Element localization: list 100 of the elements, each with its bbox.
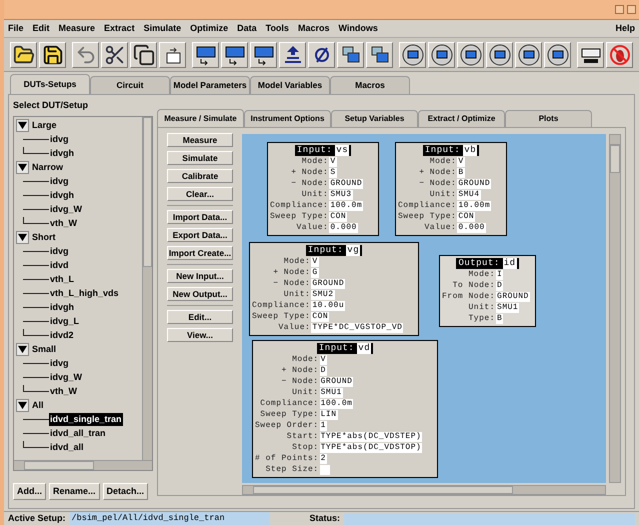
field-value[interactable]: B (457, 168, 465, 178)
tree-group[interactable]: Small (32, 342, 56, 356)
toolbar-button[interactable] (279, 42, 306, 68)
field-value[interactable]: D (496, 281, 504, 291)
field-value[interactable]: GROUND (457, 179, 492, 189)
toolbar-button[interactable] (606, 42, 633, 68)
tree-item[interactable]: idvgh (49, 146, 75, 160)
field-value[interactable]: V (329, 157, 337, 167)
tree-item[interactable]: idvd_single_tran (49, 412, 123, 426)
action-button[interactable]: Import Data... (167, 210, 233, 224)
expand-toggle[interactable] (16, 161, 29, 174)
tree-item[interactable]: idvg_W (49, 202, 84, 216)
menu-item[interactable]: Macros (298, 22, 330, 36)
source-block[interactable]: Input: vb Mode: V + Node: B − Node: GROUND Unit: SMU4 Compliance: 10.00m Sweep Type: CON Value: 0.000 (395, 142, 507, 236)
toolbar-button[interactable] (192, 42, 219, 68)
minimize-control[interactable] (615, 5, 624, 14)
tree-item[interactable]: vth_L_high_vds (49, 286, 120, 300)
field-value[interactable]: D (320, 366, 327, 376)
field-value[interactable]: I (496, 270, 504, 280)
toolbar-button[interactable] (457, 42, 484, 68)
toolbar-button[interactable] (399, 42, 426, 68)
toolbar-button[interactable] (130, 42, 157, 68)
toolbar-button[interactable] (250, 42, 277, 68)
menu-item[interactable]: Extract (104, 22, 135, 36)
menu-item[interactable]: Tools (266, 22, 289, 36)
tab[interactable]: Measure / Simulate (157, 109, 244, 127)
toolbar-button[interactable] (10, 42, 37, 68)
horizontal-scrollbar[interactable] (242, 485, 606, 495)
toolbar-button[interactable] (39, 42, 66, 68)
field-value[interactable]: LIN (320, 410, 338, 420)
tree-item[interactable]: idvd_all_tran (49, 426, 107, 440)
toolbar-button[interactable] (308, 42, 335, 68)
tree-group[interactable]: Narrow (32, 160, 64, 174)
tree-item[interactable]: idvgh (49, 188, 75, 202)
source-block[interactable]: Input: vd Mode: V + Node: D − Node: GROUND Unit: SMU1 Compliance: 100.0m Sweep Type: LIN Sweep Order: 1 Start: TYPE*abs(DC_VDSTEP) Stop: TYPE*abs(DC_VDSTOP) # of Points: 2 Step Size: (252, 340, 438, 478)
toolbar-button[interactable] (486, 42, 513, 68)
action-button[interactable]: View... (167, 328, 233, 342)
tab[interactable]: Circuit (90, 76, 170, 94)
field-value[interactable] (320, 465, 330, 475)
field-value[interactable]: S (329, 168, 337, 178)
source-block[interactable]: Output: id Mode: I To Node: D From Node: GROUND Unit: SMU1 Type: B (439, 255, 536, 327)
toolbar-button[interactable] (337, 42, 364, 68)
expand-toggle[interactable] (16, 399, 29, 412)
action-button[interactable]: Calibrate (167, 169, 233, 183)
tree-item[interactable]: idvg (49, 174, 70, 188)
expand-toggle[interactable] (16, 343, 29, 356)
field-value[interactable]: GROUND (329, 179, 364, 189)
action-button[interactable]: New Input... (167, 269, 233, 283)
field-value[interactable]: CON (457, 212, 476, 222)
action-button[interactable]: New Output... (167, 287, 233, 301)
field-value[interactable]: V (457, 157, 465, 167)
tree-item[interactable]: idvg (49, 356, 70, 370)
tab[interactable]: Model Parameters (170, 76, 250, 94)
field-value[interactable]: SMU1 (496, 303, 520, 313)
tab[interactable]: Extract / Optimize (418, 110, 505, 127)
menu-item[interactable]: Optimize (190, 22, 228, 36)
tree-item[interactable]: idvg (49, 244, 70, 258)
field-value[interactable]: TYPE*abs(DC_VDSTOP) (320, 443, 422, 453)
toolbar-button[interactable] (366, 42, 393, 68)
field-value[interactable]: 100.0m (320, 399, 354, 409)
toolbar-button[interactable] (101, 42, 128, 68)
field-value[interactable]: 100.0m (329, 201, 364, 211)
expand-toggle[interactable] (16, 119, 29, 132)
field-value[interactable]: 0.000 (457, 223, 486, 233)
tree-item[interactable]: idvd2 (49, 328, 75, 342)
tree-item[interactable]: vth_L (49, 272, 76, 286)
tree-action-button[interactable]: Detach... (102, 483, 148, 500)
source-block[interactable]: Input: vg Mode: V + Node: G − Node: GROUND Unit: SMU2 Compliance: 10.00u Sweep Type: CON Value: TYPE*DC_VGSTOP_VD (249, 242, 419, 336)
maximize-control[interactable] (627, 5, 636, 14)
horizontal-scrollbar[interactable] (14, 460, 152, 470)
toolbar-button[interactable] (428, 42, 455, 68)
tree-item[interactable]: idvg_L (49, 314, 80, 328)
field-value[interactable]: CON (329, 212, 348, 222)
field-value[interactable]: CON (311, 312, 330, 322)
menu-item[interactable]: Data (237, 22, 257, 36)
tree-item[interactable]: idvg_W (49, 370, 84, 384)
field-value[interactable]: V (320, 355, 327, 365)
field-value[interactable]: GROUND (320, 377, 354, 387)
tab[interactable]: Setup Variables (331, 110, 418, 127)
menu-item[interactable]: Edit (32, 22, 50, 36)
tree-group[interactable]: All (32, 398, 44, 412)
vertical-scrollbar[interactable] (142, 116, 152, 460)
field-value[interactable]: GROUND (311, 279, 346, 289)
menu-item[interactable]: File (8, 22, 24, 36)
field-value[interactable]: G (311, 268, 319, 278)
field-value[interactable]: SMU2 (311, 290, 335, 300)
field-value[interactable]: 10.00u (311, 301, 346, 311)
action-button[interactable]: Clear... (167, 187, 233, 201)
tree-item[interactable]: idvd (49, 258, 70, 272)
tree-action-button[interactable]: Rename... (49, 483, 100, 500)
field-value[interactable]: TYPE*abs(DC_VDSTEP) (320, 432, 422, 442)
action-button[interactable]: Export Data... (167, 228, 233, 242)
toolbar-button[interactable] (221, 42, 248, 68)
tree-item[interactable]: idvgh (49, 300, 75, 314)
action-button[interactable]: Import Create... (167, 246, 233, 260)
source-block[interactable]: Input: vs Mode: V + Node: S − Node: GROUND Unit: SMU3 Compliance: 100.0m Sweep Type: CON Value: 0.000 (267, 142, 379, 236)
tree-item[interactable]: idvd_all (49, 440, 85, 454)
menu-item[interactable]: Help (615, 22, 635, 36)
field-value[interactable]: 10.00m (457, 201, 492, 211)
tree-action-button[interactable]: Add... (13, 483, 46, 500)
